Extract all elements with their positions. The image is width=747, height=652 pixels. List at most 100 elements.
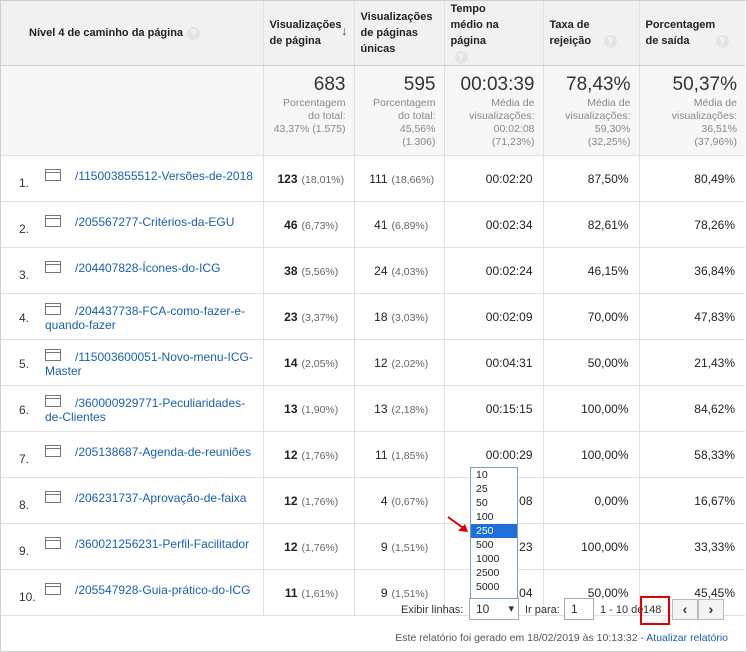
dropdown-option[interactable]: 1000 bbox=[471, 552, 517, 566]
cell-page: 8. /206231737-Aprovação-de-faixa bbox=[1, 477, 264, 524]
summary-note: Média de bbox=[693, 97, 737, 109]
summary-bounce-rate: 78,43% Média de visualizações: 59,30% (3… bbox=[543, 65, 640, 156]
page-icon[interactable] bbox=[45, 444, 61, 457]
summary-note: (71,23%) bbox=[491, 136, 535, 148]
summary-note: do total: bbox=[398, 110, 436, 122]
page-icon[interactable] bbox=[45, 214, 61, 227]
header-dimension[interactable]: Nível 4 de caminho da página? bbox=[1, 1, 264, 66]
help-icon[interactable]: ? bbox=[603, 34, 617, 48]
cell-avg-time: 00:04:31 bbox=[444, 339, 544, 386]
pageviews-value: 14 bbox=[284, 355, 298, 370]
page-path-link[interactable]: /360021256231-Perfil-Facilitador bbox=[75, 537, 249, 551]
goto-label: Ir para: bbox=[525, 604, 560, 616]
dropdown-option[interactable]: 25 bbox=[471, 482, 517, 496]
cell-exit-pct: 84,62% bbox=[639, 385, 745, 432]
page-icon[interactable] bbox=[45, 168, 61, 181]
header-pageviews[interactable]: Visualizações de página ↓ bbox=[263, 1, 355, 66]
table-row[interactable]: 2. /205567277-Critérios-da-EGU 46 (6,73%) 41… bbox=[1, 201, 745, 248]
page-icon[interactable] bbox=[45, 260, 61, 273]
unique-pageviews-pct: (1,51%) bbox=[391, 541, 429, 554]
summary-note: Média de bbox=[491, 97, 535, 109]
dropdown-option[interactable]: 250 bbox=[471, 524, 517, 538]
unique-pageviews-pct: (4,03%) bbox=[391, 265, 429, 278]
rows-per-page-dropdown[interactable]: 10 25 50 100 250 500 1000 2500 5000 bbox=[470, 467, 518, 599]
row-index: 5. bbox=[19, 356, 30, 371]
summary-note: visualizações: bbox=[565, 110, 631, 122]
cell-unique-pageviews: 24 (4,03%) bbox=[354, 247, 445, 294]
pageviews-pct: (6,73%) bbox=[301, 219, 339, 232]
table-row[interactable]: 8. /206231737-Aprovação-de-faixa 12 (1,76%)… bbox=[1, 477, 745, 524]
cell-page: 2. /205567277-Critérios-da-EGU bbox=[1, 201, 264, 248]
header-avg-time-label: Tempo médio na página bbox=[450, 3, 499, 47]
next-page-button[interactable]: › bbox=[698, 599, 724, 620]
page-path-link[interactable]: /115003600051-Novo-menu-ICG-Master bbox=[45, 350, 253, 378]
pageviews-value: 12 bbox=[284, 493, 298, 508]
pageviews-value: 12 bbox=[284, 539, 298, 554]
cell-exit-pct: 33,33% bbox=[639, 523, 745, 570]
cell-pageviews: 14 (2,05%) bbox=[263, 339, 355, 386]
summary-note: (1.306) bbox=[402, 136, 436, 148]
table-row[interactable]: 9. /360021256231-Perfil-Facilitador 12 (1,7… bbox=[1, 523, 745, 570]
unique-pageviews-pct: (2,18%) bbox=[391, 403, 429, 416]
page-path-link[interactable]: /205547928-Guia-prático-do-ICG bbox=[75, 583, 250, 597]
cell-pageviews: 12 (1,76%) bbox=[263, 523, 355, 570]
page-icon[interactable] bbox=[45, 582, 61, 595]
unique-pageviews-value: 18 bbox=[374, 309, 388, 324]
help-icon[interactable]: ? bbox=[454, 50, 468, 64]
header-bounce-rate[interactable]: Taxa de rejeição? bbox=[543, 1, 640, 66]
goto-page-input[interactable]: 1 bbox=[564, 598, 594, 620]
unique-pageviews-value: 12 bbox=[374, 355, 388, 370]
page-icon[interactable] bbox=[45, 536, 61, 549]
header-exit-pct[interactable]: Porcentagem de saída? bbox=[639, 1, 745, 66]
dropdown-option[interactable]: 500 bbox=[471, 538, 517, 552]
dropdown-option[interactable]: 5000 bbox=[471, 580, 517, 594]
page-path-link[interactable]: /206231737-Aprovação-de-faixa bbox=[75, 491, 246, 505]
dropdown-option[interactable]: 100 bbox=[471, 510, 517, 524]
page-path-link[interactable]: /360000929771-Peculiaridades-de-Clientes bbox=[45, 396, 245, 424]
cell-bounce-rate: 87,50% bbox=[543, 155, 640, 202]
header-pageviews-label: Visualizações de página bbox=[269, 19, 342, 47]
page-icon[interactable] bbox=[45, 490, 61, 503]
page-icon[interactable] bbox=[45, 349, 61, 362]
pageviews-value: 23 bbox=[284, 309, 298, 324]
table-row[interactable]: 3./204407828-Ícones-do-ICG 38 (5,56%) 24 (4,… bbox=[1, 247, 745, 294]
table-row[interactable]: 4. /204437738-FCA-como-fazer-e-quando-faz… bbox=[1, 293, 745, 340]
cell-bounce-rate: 82,61% bbox=[543, 201, 640, 248]
help-icon[interactable]: ? bbox=[715, 34, 729, 48]
pageviews-pct: (1,76%) bbox=[301, 449, 339, 462]
report-table: Nível 4 de caminho da página? Visualizaç… bbox=[1, 1, 745, 616]
rows-per-page-select[interactable]: 10 ▾ bbox=[469, 598, 519, 620]
cell-page: 5. /115003600051-Novo-menu-ICG-Master bbox=[1, 339, 264, 386]
cell-unique-pageviews: 41 (6,89%) bbox=[354, 201, 445, 248]
header-unique-pageviews[interactable]: Visualizações de páginas únicas bbox=[354, 1, 445, 66]
table-row[interactable]: 6. /360000929771-Peculiaridades-de-Client… bbox=[1, 385, 745, 432]
header-avg-time[interactable]: Tempo médio na página? bbox=[444, 1, 544, 66]
cell-pageviews: 13 (1,90%) bbox=[263, 385, 355, 432]
help-icon[interactable]: ? bbox=[187, 26, 201, 40]
page-path-link[interactable]: /115003855512-Versões-de-2018 bbox=[75, 169, 253, 183]
dropdown-option[interactable]: 10 bbox=[471, 468, 517, 482]
pageviews-pct: (5,56%) bbox=[301, 265, 339, 278]
table-row[interactable]: 7. /205138687-Agenda-de-reuniões 12 (1,76%)… bbox=[1, 431, 745, 478]
page-path-link[interactable]: /205567277-Critérios-da-EGU bbox=[75, 215, 234, 229]
row-index: 2. bbox=[19, 222, 30, 236]
dropdown-option[interactable]: 2500 bbox=[471, 566, 517, 580]
table-row[interactable]: 5. /115003600051-Novo-menu-ICG-Master 14 (2… bbox=[1, 339, 745, 386]
unique-pageviews-pct: (0,67%) bbox=[391, 495, 429, 508]
prev-page-button[interactable]: ‹ bbox=[672, 599, 698, 620]
cell-pageviews: 123 (18,01%) bbox=[263, 155, 355, 202]
dropdown-option[interactable]: 50 bbox=[471, 496, 517, 510]
page-path-link[interactable]: /204407828-Ícones-do-ICG bbox=[75, 261, 220, 275]
red-highlight-box bbox=[640, 596, 670, 625]
cell-pageviews: 46 (6,73%) bbox=[263, 201, 355, 248]
table-row[interactable]: 1. /115003855512-Versões-de-2018 123 (18,01… bbox=[1, 155, 745, 202]
page-icon[interactable] bbox=[45, 395, 61, 408]
refresh-report-link[interactable]: Atualizar relatório bbox=[646, 632, 728, 644]
range-text: 1 - 10 de bbox=[600, 604, 644, 616]
page-icon[interactable] bbox=[45, 303, 61, 316]
summary-note: do total: bbox=[308, 110, 346, 122]
page-path-link[interactable]: /204437738-FCA-como-fazer-e-quando-fazer bbox=[45, 304, 245, 332]
cell-page: 1. /115003855512-Versões-de-2018 bbox=[1, 155, 264, 202]
dropdown-caret-icon: ▾ bbox=[508, 603, 514, 615]
page-path-link[interactable]: /205138687-Agenda-de-reuniões bbox=[75, 445, 251, 459]
